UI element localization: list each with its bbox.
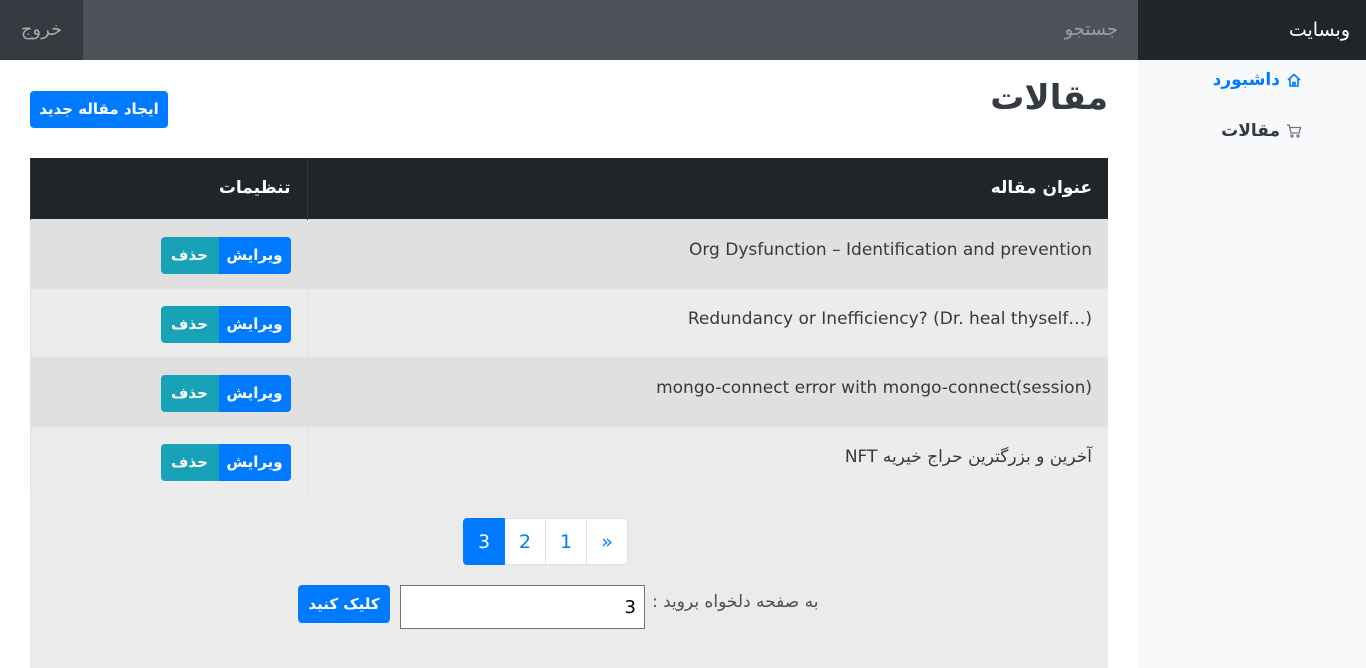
pagination: « 1 2 3: [463, 518, 628, 565]
table-row: Redundancy or Inefficiency? (Dr. heal th…: [30, 287, 1108, 357]
edit-button[interactable]: ویرایش: [218, 236, 291, 274]
create-article-button[interactable]: ایجاد مقاله جدید: [30, 91, 168, 128]
action-buttons: ویرایش حذف: [160, 236, 291, 274]
header-settings: تنظیمات: [30, 158, 307, 219]
header-title: عنوان مقاله: [306, 158, 1108, 219]
actions-cell: ویرایش حذف: [30, 356, 307, 426]
article-title: mongo-connect error with mongo-connect(s…: [306, 356, 1108, 426]
logout-link[interactable]: خروج: [0, 0, 83, 60]
actions-cell: ویرایش حذف: [30, 287, 307, 357]
sidebar: داشبورد مقالات: [1138, 60, 1366, 668]
sidebar-item-label: مقالات: [1221, 121, 1280, 141]
article-title: Org Dysfunction – Identification and pre…: [306, 218, 1108, 288]
goto-page-button[interactable]: کلیک کنید: [298, 585, 390, 623]
page-prev-link[interactable]: «: [586, 518, 628, 565]
edit-button[interactable]: ویرایش: [218, 443, 291, 481]
cart-icon: [1287, 124, 1302, 138]
articles-table: عنوان مقاله تنظیمات Org Dysfunction – Id…: [30, 158, 1108, 495]
table-row: Org Dysfunction – Identification and pre…: [30, 218, 1108, 288]
delete-button[interactable]: حذف: [160, 374, 219, 412]
page-link-1[interactable]: 1: [545, 518, 587, 565]
page-link-2[interactable]: 2: [504, 518, 546, 565]
edit-button[interactable]: ویرایش: [218, 374, 291, 412]
action-buttons: ویرایش حذف: [160, 443, 291, 481]
action-buttons: ویرایش حذف: [160, 305, 291, 343]
sidebar-item-articles[interactable]: مقالات: [1221, 121, 1302, 141]
page-title: مقالات: [990, 78, 1108, 118]
delete-button[interactable]: حذف: [160, 443, 219, 481]
sidebar-item-label: داشبورد: [1212, 70, 1280, 90]
search-input[interactable]: جستجو: [83, 0, 1138, 60]
table-row: mongo-connect error with mongo-connect(s…: [30, 356, 1108, 426]
home-icon: [1287, 73, 1301, 87]
goto-page-label: به صفحه دلخواه بروید :: [652, 592, 819, 612]
goto-page-input[interactable]: [400, 585, 645, 629]
delete-button[interactable]: حذف: [160, 236, 219, 274]
action-buttons: ویرایش حذف: [160, 374, 291, 412]
actions-cell: ویرایش حذف: [30, 425, 307, 495]
table-row: آخرین و بزرگترین حراج خیریه NFT ویرایش ح…: [30, 425, 1108, 495]
top-navbar: خروج جستجو وبسایت: [0, 0, 1366, 60]
article-title: آخرین و بزرگترین حراج خیریه NFT: [306, 425, 1108, 495]
edit-button[interactable]: ویرایش: [218, 305, 291, 343]
delete-button[interactable]: حذف: [160, 305, 219, 343]
table-header-row: عنوان مقاله تنظیمات: [30, 158, 1108, 219]
sidebar-item-dashboard[interactable]: داشبورد: [1213, 70, 1302, 90]
page-link-3[interactable]: 3: [463, 518, 505, 565]
brand-link[interactable]: وبسایت: [1138, 0, 1366, 60]
actions-cell: ویرایش حذف: [30, 218, 307, 288]
article-title: Redundancy or Inefficiency? (Dr. heal th…: [306, 287, 1108, 357]
